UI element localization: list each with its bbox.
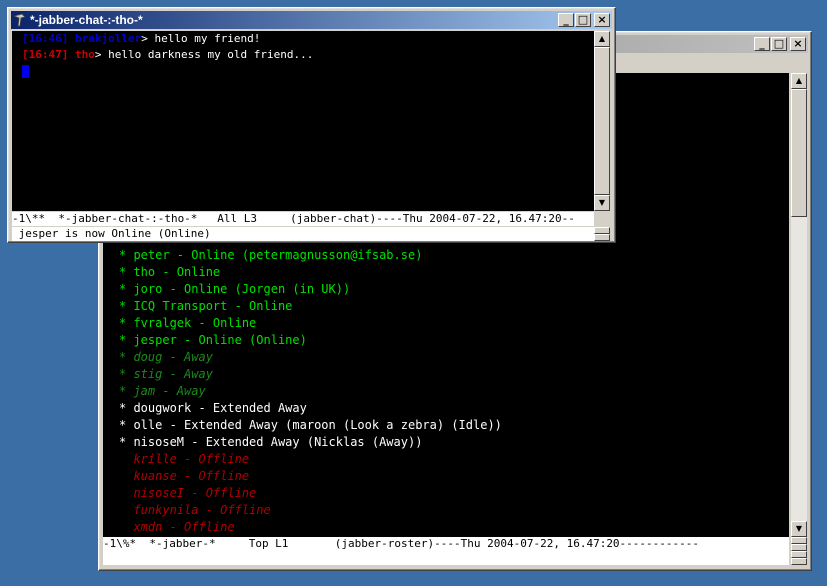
roster-contact[interactable]: * fvralgek - Online (119, 315, 502, 332)
roster-contact[interactable]: krille - Offline (119, 451, 502, 468)
roster-modeline: -1\%* *-jabber-* Top L1 (jabber-roster)-… (103, 537, 789, 551)
roster-scrollbar[interactable]: ▲ ▼ (791, 73, 807, 537)
roster-mini-scrollbar[interactable] (791, 537, 807, 551)
minimize-button[interactable]: _ (558, 13, 574, 27)
chat-window[interactable]: *-jabber-chat-:-tho-* _ □ × [16:46] brak… (7, 7, 616, 243)
roster-contact[interactable]: nisoseI - Offline (119, 485, 502, 502)
roster-contact[interactable]: * dougwork - Extended Away (119, 400, 502, 417)
message-timestamp: [16:47] (22, 48, 69, 61)
emacs-gnu-icon (12, 13, 27, 27)
roster-contact[interactable]: xmdn - Offline (119, 519, 502, 536)
scroll-up-button[interactable]: ▲ (594, 31, 610, 47)
message-text: > hello my friend! (141, 32, 261, 45)
roster-contact[interactable]: * tho - Online (119, 264, 502, 281)
scroll-up-button[interactable]: ▲ (791, 73, 807, 89)
scroll-down-button[interactable]: ▼ (594, 195, 610, 211)
roster-contact[interactable]: * ICQ Transport - Online (119, 298, 502, 315)
mini-scroll-down[interactable] (594, 234, 610, 241)
maximize-icon: □ (773, 37, 785, 50)
chat-titlebar[interactable]: *-jabber-chat-:-tho-* _ □ × (11, 11, 612, 29)
chat-scrollbar[interactable]: ▲ ▼ (594, 31, 610, 211)
roster-contact[interactable]: * stig - Away (119, 366, 502, 383)
message-user: tho (74, 48, 95, 61)
minimize-icon: _ (563, 13, 569, 26)
chat-message: [16:47] tho> hello darkness my old frien… (22, 47, 313, 63)
maximize-button[interactable]: □ (575, 13, 591, 27)
close-button[interactable]: × (594, 13, 610, 27)
mini-scroll-down[interactable] (791, 544, 807, 551)
mini-scroll-up[interactable] (791, 537, 807, 544)
chat-minibuffer[interactable]: jesper is now Online (Online) (12, 227, 594, 241)
message-timestamp: [16:46] (22, 32, 69, 45)
roster-minibuffer[interactable] (103, 551, 789, 565)
close-icon: × (793, 37, 803, 50)
chat-messages: [16:46] brakjoller> hello my friend! [16:… (22, 31, 313, 63)
mini-scroll-up[interactable] (791, 551, 807, 558)
mini-scroll-down[interactable] (791, 558, 807, 565)
message-text: > hello darkness my old friend... (94, 48, 314, 61)
maximize-icon: □ (577, 13, 589, 26)
roster-contact[interactable]: * peter - Online (petermagnusson@ifsab.s… (119, 247, 502, 264)
message-user: brakjoller (74, 32, 142, 45)
roster-minibuffer-scrollbar[interactable] (791, 551, 807, 565)
roster-contact[interactable]: * doug - Away (119, 349, 502, 366)
text-cursor (22, 63, 29, 79)
chat-buffer[interactable]: [16:46] brakjoller> hello my friend! [16:… (12, 31, 594, 211)
minimize-icon: _ (759, 37, 765, 50)
roster-contact[interactable]: * nisoseM - Extended Away (Nicklas (Away… (119, 434, 502, 451)
maximize-button[interactable]: □ (771, 37, 787, 51)
roster-contact[interactable]: * jesper - Online (Online) (119, 332, 502, 349)
roster-contact[interactable]: funkynila - Offline (119, 502, 502, 519)
roster-list: * peter - Online (petermagnusson@ifsab.s… (119, 247, 502, 536)
chat-minibuffer-scrollbar[interactable] (594, 227, 610, 241)
roster-contact[interactable]: * olle - Extended Away (maroon (Look a z… (119, 417, 502, 434)
scroll-thumb[interactable] (594, 47, 610, 195)
minimize-button[interactable]: _ (754, 37, 770, 51)
close-button[interactable]: × (790, 37, 806, 51)
chat-window-title: *-jabber-chat-:-tho-* (30, 13, 143, 27)
chat-modeline: -1\** *-jabber-chat-:-tho-* All L3 (jabb… (12, 212, 594, 226)
chat-message: [16:46] brakjoller> hello my friend! (22, 31, 313, 47)
scroll-down-button[interactable]: ▼ (791, 521, 807, 537)
roster-contact[interactable]: * jam - Away (119, 383, 502, 400)
roster-contact[interactable]: kuanse - Offline (119, 468, 502, 485)
mini-scroll-up[interactable] (594, 227, 610, 234)
scroll-thumb[interactable] (791, 89, 807, 217)
close-icon: × (597, 13, 607, 26)
roster-contact[interactable]: * joro - Online (Jorgen (in UK)) (119, 281, 502, 298)
